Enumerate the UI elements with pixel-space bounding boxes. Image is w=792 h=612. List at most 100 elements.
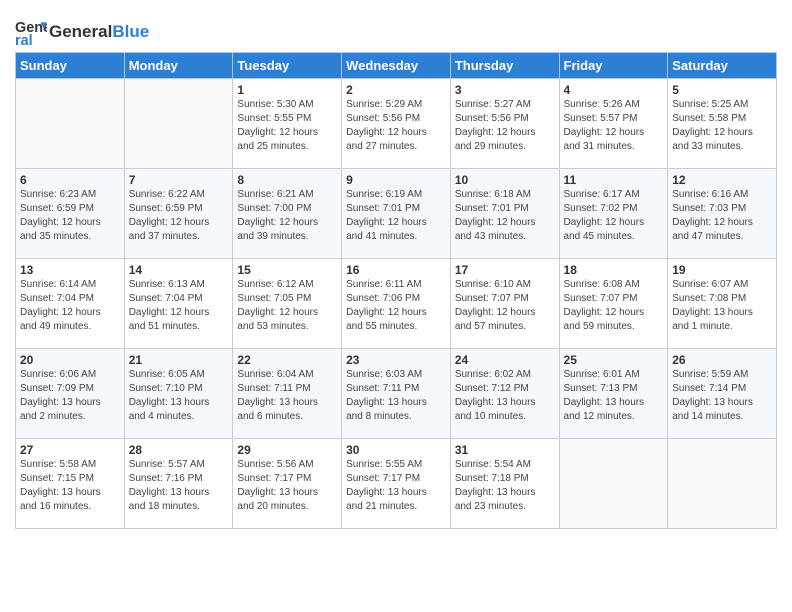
weekday-header-monday: Monday [124,53,233,79]
sun-info: Sunrise: 6:22 AMSunset: 6:59 PMDaylight:… [129,188,229,244]
sun-info: Sunrise: 6:01 AMSunset: 7:13 PMDaylight:… [564,368,664,424]
calendar-cell: 16Sunrise: 6:11 AMSunset: 7:06 PMDayligh… [342,259,451,349]
day-number: 14 [129,263,229,277]
day-number: 27 [20,443,120,457]
sun-info: Sunrise: 6:12 AMSunset: 7:05 PMDaylight:… [237,278,337,334]
calendar-cell: 30Sunrise: 5:55 AMSunset: 7:17 PMDayligh… [342,439,451,529]
day-number: 25 [564,353,664,367]
sun-info: Sunrise: 6:10 AMSunset: 7:07 PMDaylight:… [455,278,555,334]
calendar-cell: 11Sunrise: 6:17 AMSunset: 7:02 PMDayligh… [559,169,668,259]
day-number: 26 [672,353,772,367]
day-number: 7 [129,173,229,187]
day-number: 31 [455,443,555,457]
day-number: 13 [20,263,120,277]
svg-text:ral: ral [15,33,33,48]
calendar-cell: 5Sunrise: 5:25 AMSunset: 5:58 PMDaylight… [668,79,777,169]
calendar-cell: 31Sunrise: 5:54 AMSunset: 7:18 PMDayligh… [450,439,559,529]
sun-info: Sunrise: 5:27 AMSunset: 5:56 PMDaylight:… [455,98,555,154]
weekday-header-thursday: Thursday [450,53,559,79]
day-number: 22 [237,353,337,367]
calendar-cell: 27Sunrise: 5:58 AMSunset: 7:15 PMDayligh… [16,439,125,529]
day-number: 4 [564,83,664,97]
sun-info: Sunrise: 6:04 AMSunset: 7:11 PMDaylight:… [237,368,337,424]
calendar-week-5: 27Sunrise: 5:58 AMSunset: 7:15 PMDayligh… [16,439,777,529]
calendar-cell: 3Sunrise: 5:27 AMSunset: 5:56 PMDaylight… [450,79,559,169]
sun-info: Sunrise: 5:26 AMSunset: 5:57 PMDaylight:… [564,98,664,154]
calendar-week-1: 1Sunrise: 5:30 AMSunset: 5:55 PMDaylight… [16,79,777,169]
sun-info: Sunrise: 5:29 AMSunset: 5:56 PMDaylight:… [346,98,446,154]
day-number: 5 [672,83,772,97]
calendar-cell: 12Sunrise: 6:16 AMSunset: 7:03 PMDayligh… [668,169,777,259]
sun-info: Sunrise: 6:17 AMSunset: 7:02 PMDaylight:… [564,188,664,244]
sun-info: Sunrise: 6:06 AMSunset: 7:09 PMDaylight:… [20,368,120,424]
sun-info: Sunrise: 6:07 AMSunset: 7:08 PMDaylight:… [672,278,772,334]
sun-info: Sunrise: 5:25 AMSunset: 5:58 PMDaylight:… [672,98,772,154]
day-number: 17 [455,263,555,277]
weekday-header-sunday: Sunday [16,53,125,79]
sun-info: Sunrise: 5:55 AMSunset: 7:17 PMDaylight:… [346,458,446,514]
day-number: 20 [20,353,120,367]
sun-info: Sunrise: 5:30 AMSunset: 5:55 PMDaylight:… [237,98,337,154]
calendar-cell: 1Sunrise: 5:30 AMSunset: 5:55 PMDaylight… [233,79,342,169]
calendar-cell: 28Sunrise: 5:57 AMSunset: 7:16 PMDayligh… [124,439,233,529]
calendar-cell: 20Sunrise: 6:06 AMSunset: 7:09 PMDayligh… [16,349,125,439]
day-number: 21 [129,353,229,367]
sun-info: Sunrise: 5:57 AMSunset: 7:16 PMDaylight:… [129,458,229,514]
day-number: 2 [346,83,446,97]
calendar-cell: 21Sunrise: 6:05 AMSunset: 7:10 PMDayligh… [124,349,233,439]
day-number: 23 [346,353,446,367]
calendar-cell: 26Sunrise: 5:59 AMSunset: 7:14 PMDayligh… [668,349,777,439]
day-number: 24 [455,353,555,367]
calendar-week-3: 13Sunrise: 6:14 AMSunset: 7:04 PMDayligh… [16,259,777,349]
calendar-week-2: 6Sunrise: 6:23 AMSunset: 6:59 PMDaylight… [16,169,777,259]
day-number: 30 [346,443,446,457]
calendar-table: SundayMondayTuesdayWednesdayThursdayFrid… [15,52,777,529]
day-number: 9 [346,173,446,187]
calendar-cell: 18Sunrise: 6:08 AMSunset: 7:07 PMDayligh… [559,259,668,349]
day-number: 8 [237,173,337,187]
calendar-cell: 23Sunrise: 6:03 AMSunset: 7:11 PMDayligh… [342,349,451,439]
calendar-cell: 8Sunrise: 6:21 AMSunset: 7:00 PMDaylight… [233,169,342,259]
logo-general: General [49,22,112,41]
day-number: 6 [20,173,120,187]
calendar-cell: 24Sunrise: 6:02 AMSunset: 7:12 PMDayligh… [450,349,559,439]
logo-icon: Gene ral [15,16,47,48]
day-number: 15 [237,263,337,277]
day-number: 19 [672,263,772,277]
sun-info: Sunrise: 5:59 AMSunset: 7:14 PMDaylight:… [672,368,772,424]
day-number: 16 [346,263,446,277]
sun-info: Sunrise: 6:19 AMSunset: 7:01 PMDaylight:… [346,188,446,244]
day-number: 10 [455,173,555,187]
calendar-cell: 9Sunrise: 6:19 AMSunset: 7:01 PMDaylight… [342,169,451,259]
calendar-cell: 17Sunrise: 6:10 AMSunset: 7:07 PMDayligh… [450,259,559,349]
sun-info: Sunrise: 5:58 AMSunset: 7:15 PMDaylight:… [20,458,120,514]
day-number: 3 [455,83,555,97]
calendar-cell: 7Sunrise: 6:22 AMSunset: 6:59 PMDaylight… [124,169,233,259]
sun-info: Sunrise: 6:14 AMSunset: 7:04 PMDaylight:… [20,278,120,334]
sun-info: Sunrise: 6:16 AMSunset: 7:03 PMDaylight:… [672,188,772,244]
logo-blue: Blue [112,22,149,41]
weekday-header-saturday: Saturday [668,53,777,79]
day-number: 18 [564,263,664,277]
calendar-cell: 2Sunrise: 5:29 AMSunset: 5:56 PMDaylight… [342,79,451,169]
calendar-cell: 6Sunrise: 6:23 AMSunset: 6:59 PMDaylight… [16,169,125,259]
logo: Gene ral GeneralBlue [15,16,149,48]
day-number: 1 [237,83,337,97]
calendar-cell: 4Sunrise: 5:26 AMSunset: 5:57 PMDaylight… [559,79,668,169]
calendar-cell: 13Sunrise: 6:14 AMSunset: 7:04 PMDayligh… [16,259,125,349]
calendar-cell [16,79,125,169]
sun-info: Sunrise: 5:56 AMSunset: 7:17 PMDaylight:… [237,458,337,514]
day-number: 11 [564,173,664,187]
sun-info: Sunrise: 6:05 AMSunset: 7:10 PMDaylight:… [129,368,229,424]
page-header: Gene ral GeneralBlue [15,10,777,48]
sun-info: Sunrise: 6:18 AMSunset: 7:01 PMDaylight:… [455,188,555,244]
weekday-header-friday: Friday [559,53,668,79]
calendar-cell: 25Sunrise: 6:01 AMSunset: 7:13 PMDayligh… [559,349,668,439]
sun-info: Sunrise: 6:03 AMSunset: 7:11 PMDaylight:… [346,368,446,424]
calendar-cell: 29Sunrise: 5:56 AMSunset: 7:17 PMDayligh… [233,439,342,529]
calendar-cell [559,439,668,529]
calendar-cell [124,79,233,169]
calendar-cell: 15Sunrise: 6:12 AMSunset: 7:05 PMDayligh… [233,259,342,349]
day-number: 29 [237,443,337,457]
day-number: 12 [672,173,772,187]
